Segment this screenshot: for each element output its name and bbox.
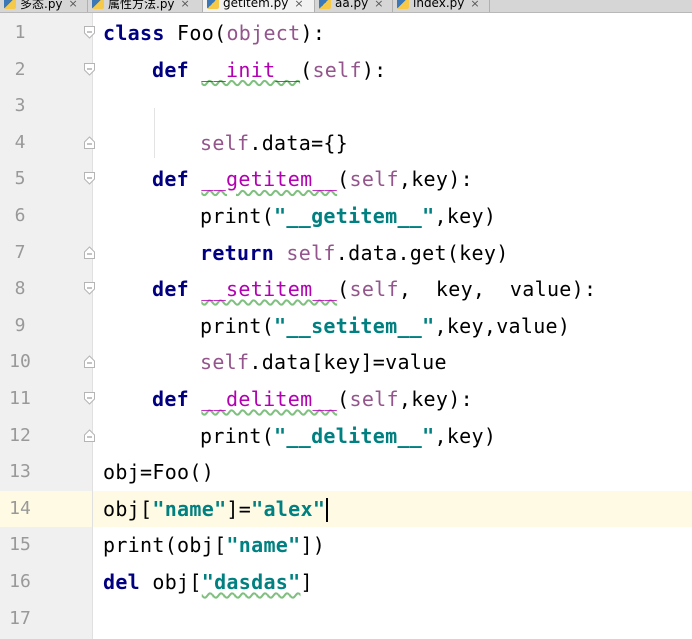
code-line[interactable]: 15 print(obj["name"]): [0, 527, 692, 564]
code-line[interactable]: 9 print("__setitem__",key,value): [0, 308, 692, 345]
line-number: 4: [14, 131, 26, 153]
python-file-icon: [4, 0, 16, 9]
code-text: def __init__(self):: [152, 57, 387, 82]
line-number: 13: [9, 461, 31, 483]
python-file-icon: [92, 0, 104, 9]
code-line[interactable]: 6 print("__getitem__",key): [0, 198, 692, 235]
line-number: 2: [14, 58, 26, 80]
line-number: 14: [9, 497, 31, 519]
python-file-icon: [319, 0, 331, 9]
code-line[interactable]: 2 def __init__(self):: [0, 52, 692, 89]
code-text: def __delitem__(self,key):: [152, 387, 473, 411]
code-line[interactable]: 1 class Foo(object):: [0, 15, 692, 52]
code-line[interactable]: 16 del obj["dasdas"]: [0, 564, 692, 601]
python-file-icon: [397, 0, 409, 9]
code-line[interactable]: 12 print("__delitem__",key): [0, 418, 692, 455]
code-line[interactable]: 11 def __delitem__(self,key):: [0, 381, 692, 418]
line-number: 15: [9, 534, 31, 556]
code-text: print("__delitem__",key): [200, 423, 497, 448]
code-text: print("__setitem__",key,value): [200, 313, 571, 338]
tab-label: getitem.py: [223, 0, 289, 10]
code-line[interactable]: 3: [0, 88, 692, 125]
tab-duotai[interactable]: 多态.py ×: [0, 0, 88, 12]
code-line[interactable]: 17: [0, 601, 692, 638]
code-line-current[interactable]: 14 obj["name"]="alex": [0, 490, 692, 528]
code-line[interactable]: 7 return self.data.get(key): [0, 235, 692, 272]
line-number: 1: [14, 22, 26, 43]
code-text: del obj["dasdas"]: [103, 570, 313, 594]
line-number: 7: [14, 241, 26, 263]
tab-label: aa.py: [335, 0, 369, 10]
code-text: self.data={}: [200, 130, 349, 155]
editor-tab-bar: 多态.py × 属性方法.py × getitem.py × aa.py × i…: [0, 0, 692, 13]
code-text: self.data[key]=value: [200, 350, 447, 375]
python-file-icon: [207, 0, 219, 9]
code-line[interactable]: 10 self.data[key]=value: [0, 344, 692, 381]
tab-shuxing-fangfa[interactable]: 属性方法.py ×: [88, 0, 203, 12]
line-number: 10: [9, 351, 31, 373]
code-text: print(obj["name"]): [103, 533, 326, 558]
close-tab-icon[interactable]: ×: [374, 0, 383, 10]
code-text: obj["name"]="alex": [103, 497, 329, 523]
tab-label: index.py: [413, 0, 465, 10]
line-number: 16: [9, 571, 31, 592]
line-number: 6: [14, 205, 26, 226]
tab-index[interactable]: index.py ×: [393, 0, 490, 12]
code-text: def __getitem__(self,key):: [152, 167, 473, 192]
code-text: obj=Foo(): [103, 460, 215, 485]
code-line[interactable]: 4 self.data={}: [0, 125, 692, 162]
line-number: 3: [14, 95, 26, 117]
line-number: 5: [14, 168, 26, 190]
line-number: 17: [9, 607, 31, 629]
tab-label: 属性方法.py: [108, 0, 175, 11]
code-line[interactable]: 5 def __getitem__(self,key):: [0, 161, 692, 198]
code-text: print("__getitem__",key): [200, 204, 497, 228]
close-tab-icon[interactable]: ×: [470, 0, 479, 10]
code-line[interactable]: 13 obj=Foo(): [0, 454, 692, 491]
code-text: class Foo(object):: [103, 21, 326, 45]
tab-label: 多态.py: [20, 0, 63, 11]
code-editor[interactable]: 1 class Foo(object): 2 def __init__(self…: [0, 13, 692, 639]
line-number: 12: [9, 424, 31, 446]
tab-aa[interactable]: aa.py ×: [315, 0, 393, 12]
close-tab-icon[interactable]: ×: [181, 0, 190, 10]
code-text: def __setitem__(self, key, value):: [152, 277, 597, 302]
close-tab-icon[interactable]: ×: [69, 0, 78, 10]
code-line[interactable]: 8 def __setitem__(self, key, value):: [0, 271, 692, 308]
line-number: 9: [14, 314, 26, 336]
line-number: 11: [9, 388, 31, 409]
tab-getitem[interactable]: getitem.py ×: [203, 0, 315, 12]
close-tab-icon[interactable]: ×: [294, 0, 303, 10]
line-number: 8: [14, 278, 26, 300]
code-text: return self.data.get(key): [200, 240, 509, 265]
text-caret: [326, 498, 329, 523]
